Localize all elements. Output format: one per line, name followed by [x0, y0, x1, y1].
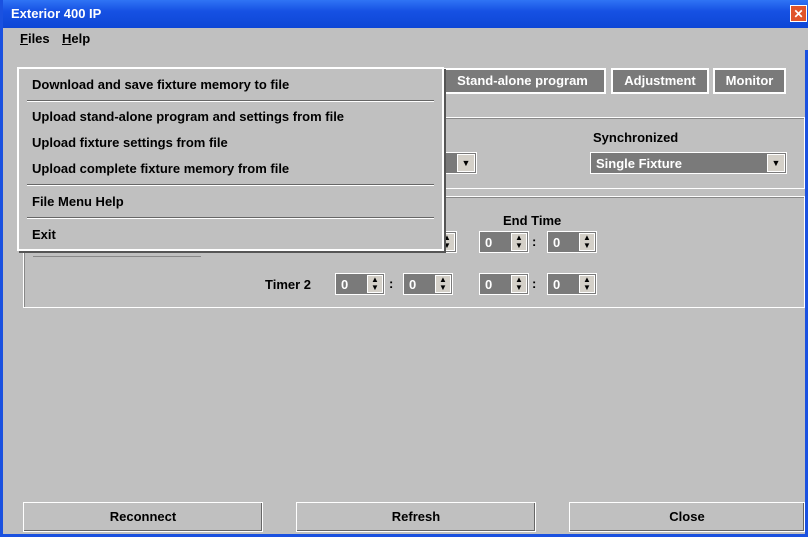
- timer2-label: Timer 2: [265, 277, 312, 292]
- menu-upload-fixture-settings[interactable]: Upload fixture settings from file: [32, 135, 228, 150]
- time-separator: :: [532, 276, 537, 291]
- menu-download-save-memory[interactable]: Download and save fixture memory to file: [32, 77, 289, 92]
- menu-upload-standalone[interactable]: Upload stand-alone program and settings …: [32, 109, 344, 124]
- timer2-start-hour-spinner[interactable]: 0 ▲ ▼: [335, 273, 385, 295]
- timer2-end-minute-spinner[interactable]: 0 ▲ ▼: [547, 273, 597, 295]
- chevron-down-icon: ▼: [767, 154, 785, 172]
- spin-arrows-icon: ▲ ▼: [511, 275, 527, 293]
- menu-file-help[interactable]: File Menu Help: [32, 194, 124, 209]
- spin-arrows-icon: ▲ ▼: [579, 233, 595, 251]
- timer2-start-minute-spinner[interactable]: 0 ▲ ▼: [403, 273, 453, 295]
- menu-bar: Files Help: [6, 28, 808, 50]
- timer1-end-hour-spinner[interactable]: 0 ▲ ▼: [479, 231, 529, 253]
- timer1-label-edge: [33, 250, 201, 257]
- close-icon: ✕: [793, 7, 804, 21]
- end-time-label: End Time: [503, 213, 562, 228]
- spin-arrows-icon: ▲ ▼: [511, 233, 527, 251]
- tab-adjustment[interactable]: Adjustment: [611, 68, 709, 94]
- spin-arrows-icon: ▲ ▼: [579, 275, 595, 293]
- synchronized-select[interactable]: Single Fixture ▼: [590, 152, 787, 174]
- spin-arrows-icon: ▲ ▼: [367, 275, 383, 293]
- files-dropdown-menu: Download and save fixture memory to file…: [17, 67, 444, 251]
- tab-stand-alone-program[interactable]: Stand-alone program: [439, 68, 606, 94]
- app-window: Exterior 400 IP ✕ Files Help Stand-alone…: [0, 0, 808, 537]
- tab-monitor[interactable]: Monitor: [713, 68, 786, 94]
- menu-separator: [27, 184, 434, 186]
- refresh-button[interactable]: Refresh: [296, 502, 536, 532]
- close-button[interactable]: Close: [569, 502, 805, 532]
- reconnect-button[interactable]: Reconnect: [23, 502, 263, 532]
- menu-files[interactable]: Files: [16, 31, 54, 46]
- window-title: Exterior 400 IP: [11, 6, 102, 21]
- menu-upload-complete-memory[interactable]: Upload complete fixture memory from file: [32, 161, 289, 176]
- menu-help[interactable]: Help: [58, 31, 94, 46]
- timer1-end-minute-spinner[interactable]: 0 ▲ ▼: [547, 231, 597, 253]
- menu-separator: [27, 217, 434, 219]
- timer2-end-hour-spinner[interactable]: 0 ▲ ▼: [479, 273, 529, 295]
- spin-arrows-icon: ▲ ▼: [435, 275, 451, 293]
- menu-separator: [27, 100, 434, 102]
- setting-select[interactable]: ▼: [443, 152, 477, 174]
- close-window-button[interactable]: ✕: [790, 5, 807, 22]
- time-separator: :: [389, 276, 394, 291]
- title-bar: Exterior 400 IP ✕: [3, 0, 808, 28]
- menu-exit[interactable]: Exit: [32, 227, 56, 242]
- synchronized-label: Synchronized: [593, 130, 679, 145]
- time-separator: :: [532, 234, 537, 249]
- chevron-down-icon: ▼: [457, 154, 475, 172]
